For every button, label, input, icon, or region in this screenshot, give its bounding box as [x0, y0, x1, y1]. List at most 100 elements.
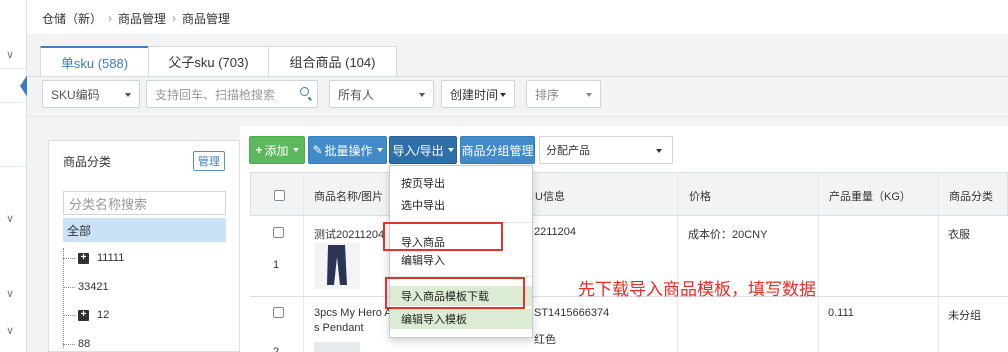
tab-combo-products[interactable]: 组合商品 (104) [268, 46, 397, 76]
column-divider [303, 172, 304, 352]
menu-export-selected[interactable]: 选中导出 [390, 195, 532, 215]
select-all-checkbox[interactable] [274, 190, 285, 201]
expand-plus-icon[interactable]: + [78, 309, 89, 321]
product-image[interactable] [314, 243, 360, 289]
category-node-label: 88 [78, 338, 91, 350]
owner-label: 所有人 [338, 87, 375, 102]
category-node-label: 33421 [78, 281, 109, 293]
sort-select[interactable]: 排序 [526, 80, 601, 108]
assign-product-select[interactable]: 分配产品 [539, 136, 673, 164]
category-node[interactable]: 33421 [63, 278, 109, 296]
category-search-input[interactable]: 分类名称搜索 [63, 191, 226, 215]
product-name[interactable]: 测试20211204 [314, 226, 384, 242]
category-node[interactable]: + 12 [63, 306, 109, 324]
column-divider [818, 172, 819, 352]
search-icon[interactable] [300, 87, 309, 96]
add-button[interactable]: + 添加 [249, 136, 305, 164]
caret-down-icon [292, 148, 299, 152]
breadcrumb-separator: › [172, 11, 177, 25]
rail-divider [0, 102, 26, 103]
manage-category-button[interactable]: 管理 [193, 151, 225, 171]
created-time-sort-button[interactable]: 创建时间 [441, 80, 515, 108]
breadcrumb-item[interactable]: 商品管理 [118, 10, 166, 27]
import-export-button[interactable]: 导入/导出 [389, 136, 457, 164]
assign-label: 分配产品 [546, 145, 590, 157]
tab-parent-child-sku[interactable]: 父子sku (703) [148, 46, 269, 76]
sku-code-select[interactable]: SKU编码 [42, 80, 140, 108]
product-name-cont: s Pendant [314, 322, 364, 334]
category: 衣服 [948, 229, 970, 241]
batch-operation-button[interactable]: ✎ 批量操作 [308, 136, 387, 164]
breadcrumb-item[interactable]: 仓储（新） [42, 10, 102, 27]
left-rail: ∨ ∨ ∨ ∨ [0, 0, 28, 352]
created-time-label: 创建时间 [450, 87, 499, 102]
highlight-download-template [385, 277, 525, 309]
row-index: 2 [273, 346, 280, 352]
header-sku-info: U信息 [535, 191, 565, 203]
tab-divider [27, 76, 1008, 77]
owner-select[interactable]: 所有人 [329, 80, 434, 108]
chevron-down-icon[interactable]: ∨ [6, 48, 14, 61]
header-price: 价格 [689, 191, 711, 203]
column-divider [938, 172, 939, 352]
rail-divider [0, 68, 26, 69]
sort-label: 排序 [535, 87, 560, 102]
caret-down-icon [376, 148, 383, 152]
breadcrumb-separator: › [108, 11, 113, 25]
search-input[interactable]: 支持回车、扫描枪搜索 [146, 80, 318, 108]
menu-edit-import[interactable]: 编辑导入 [390, 250, 532, 270]
add-label: 添加 [264, 143, 289, 158]
row-index: 1 [273, 259, 280, 271]
product-name[interactable]: 3pcs My Hero A [314, 307, 392, 319]
highlight-import-products [383, 222, 503, 251]
caret-down-icon [125, 93, 131, 97]
column-divider [677, 172, 678, 352]
weight: 0.111 [828, 307, 854, 319]
category-node[interactable]: + 11111 [63, 249, 124, 267]
category-node[interactable]: 88 [63, 335, 90, 352]
sku-variant: 红色 [534, 334, 556, 346]
filter-divider [27, 116, 1008, 117]
chevron-down-icon[interactable]: ∨ [6, 287, 14, 300]
caret-down-icon [500, 93, 506, 97]
menu-edit-import-template[interactable]: 编辑导入模板 [390, 309, 532, 329]
breadcrumb: 仓储（新） › 商品管理 › 商品管理 [42, 10, 230, 26]
plus-icon: + [255, 143, 263, 157]
import-export-menu: 按页导出 选中导出 导入商品 编辑导入 导入商品模板下载 编辑导入模板 [389, 165, 533, 338]
category-all-item[interactable]: 全部 [63, 218, 226, 242]
chevron-down-icon[interactable]: ∨ [6, 212, 14, 225]
chevron-down-icon[interactable]: ∨ [6, 324, 14, 337]
jeans-thumbnail [314, 243, 360, 289]
annotation-text: 先下载导入商品模板，填写数据 [578, 280, 816, 300]
price: 成本价：20CNY [688, 229, 768, 241]
sku-code: ST1415666374 [534, 307, 610, 319]
header-name-image: 商品名称/图片 [314, 191, 384, 203]
sku-code: 2211204 [534, 226, 577, 238]
category-node-label: 11111 [97, 252, 125, 264]
caret-down-icon [656, 149, 662, 153]
edit-icon: ✎ [312, 143, 323, 157]
header-category: 商品分类 [949, 191, 993, 203]
expand-plus-icon[interactable]: + [78, 252, 89, 264]
group-manage-button[interactable]: 商品分组管理 [460, 136, 535, 164]
tree-connector [63, 286, 75, 288]
batch-label: 批量操作 [324, 143, 373, 158]
caret-down-icon [419, 93, 425, 97]
search-placeholder: 支持回车、扫描枪搜索 [155, 87, 276, 102]
category-panel-title: 商品分类 [63, 155, 112, 169]
menu-export-page[interactable]: 按页导出 [390, 173, 532, 193]
category-node-label: 12 [97, 309, 110, 321]
caret-down-icon [586, 93, 592, 97]
rail-divider [0, 166, 26, 167]
table-header: 商品名称/图片 U信息 价格 产品重量（KG） 商品分类 [250, 172, 1008, 216]
import-export-label: 导入/导出 [392, 143, 444, 158]
product-tabs: 单sku (588) 父子sku (703) 组合商品 (104) [40, 46, 397, 76]
tree-vertical-connector [63, 248, 64, 348]
sku-code-label: SKU编码 [51, 87, 100, 102]
product-image[interactable] [314, 342, 360, 352]
row-checkbox[interactable] [273, 227, 284, 238]
row-checkbox[interactable] [273, 307, 284, 318]
header-weight: 产品重量（KG） [829, 191, 911, 203]
tab-single-sku[interactable]: 单sku (588) [40, 46, 149, 76]
category-panel: 商品分类 管理 分类名称搜索 全部 + 11111 33421 + 12 88 [48, 140, 240, 352]
